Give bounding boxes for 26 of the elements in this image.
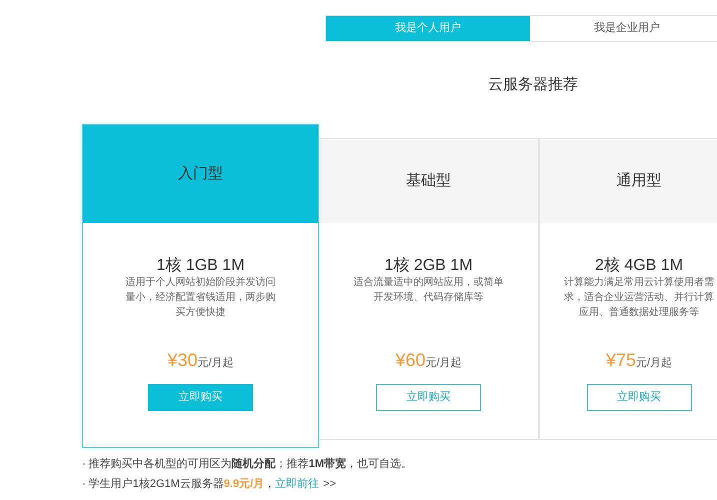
price: ¥30	[167, 349, 198, 372]
price: ¥75	[606, 349, 636, 372]
buy-button[interactable]: 立即购买	[148, 384, 253, 411]
note-text: · 推荐购买中各机型的可用区为随机分配；推荐1M带宽，也可自选。	[82, 456, 412, 472]
plan-description: 适合流量适中的网站应用，或简单开发环境、代码存储库等	[352, 276, 504, 305]
buy-button[interactable]: 立即购买	[376, 384, 481, 411]
price: ¥60	[395, 349, 426, 372]
note-text: ，	[264, 476, 276, 492]
buy-button[interactable]: 立即购买	[586, 384, 692, 411]
note-text: · 学生用户1核2G1M云服务器	[82, 476, 224, 492]
plan-header: 通用型	[540, 139, 717, 223]
plan-spec: 1核 2GB 1M	[384, 257, 473, 275]
plan-header: 基础型	[319, 139, 538, 223]
arrow-text: >>	[323, 476, 336, 492]
price-unit: 元/月起	[636, 356, 672, 371]
price-unit: 元/月起	[425, 356, 462, 371]
plan-header: 入门型	[83, 125, 318, 223]
student-price: 9.9元/月	[224, 476, 264, 492]
go-link[interactable]: 立即前往	[275, 476, 320, 492]
plan-description: 适用于个人网站初始阶段并发访问量小，经济配置省钱适用，两步购买方便快捷	[124, 276, 276, 320]
section-heading: 云服务器推荐	[488, 75, 578, 95]
plan-description: 计算能力满足常用云计算使用者需求，适合企业运营活动、并行计算应用、普通数据处理服务等	[563, 276, 715, 320]
plan-spec: 1核 1GB 1M	[156, 257, 245, 275]
price-unit: 元/月起	[197, 356, 234, 371]
user-type-tab[interactable]: 我是个人用户	[326, 16, 530, 41]
plan-spec: 2核 4GB 1M	[594, 257, 684, 275]
